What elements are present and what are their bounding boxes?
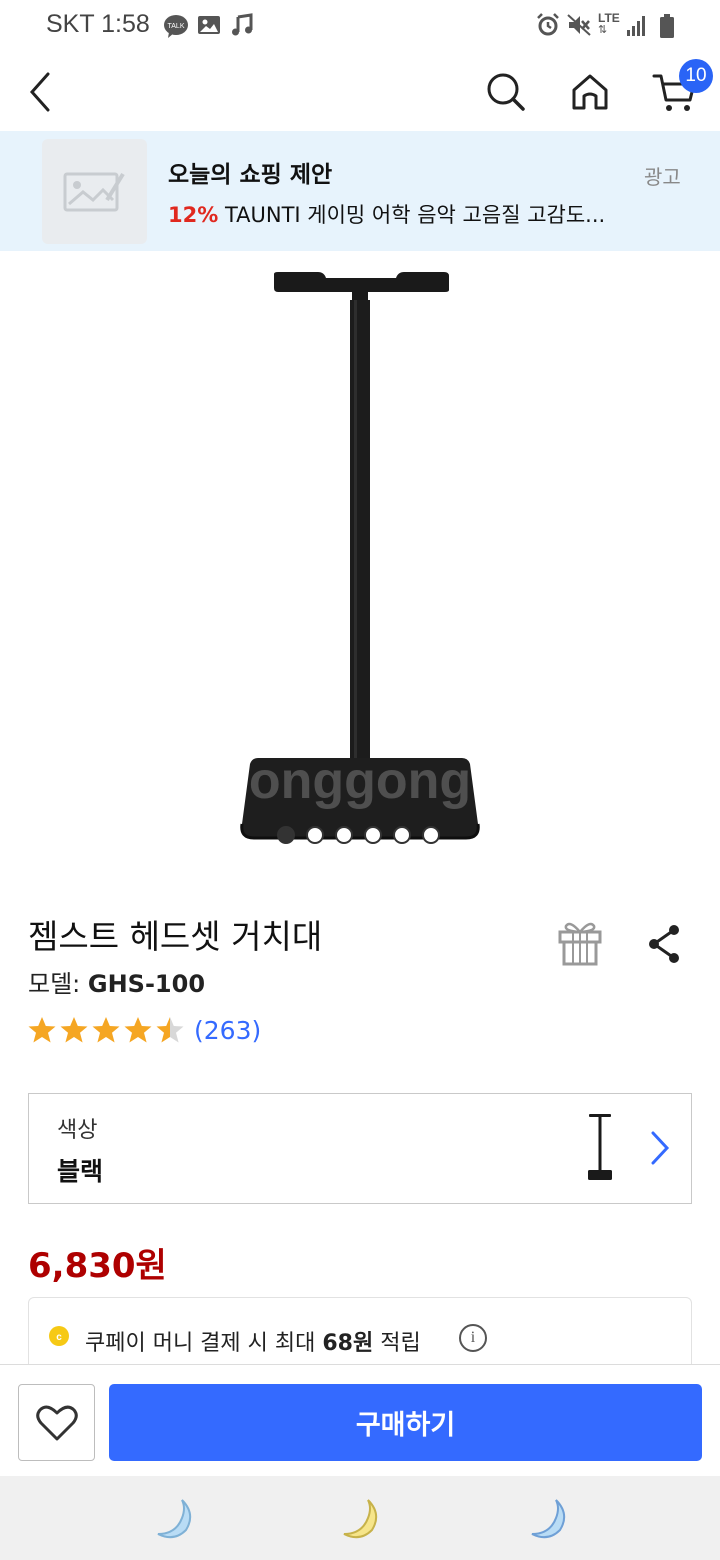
option-value: 블랙 — [57, 1157, 104, 1186]
search-icon — [487, 73, 525, 111]
moon-nav-home-icon[interactable] — [338, 1496, 384, 1542]
ad-title: 오늘의 쇼핑 제안 — [168, 162, 333, 188]
coupay-prefix: 쿠페이 머니 결제 시 최대 — [85, 1331, 323, 1356]
headset-stand-image: onggong — [240, 272, 480, 840]
star-icon — [60, 1017, 88, 1043]
ad-label: 광고 — [644, 165, 681, 189]
back-icon — [29, 72, 50, 112]
ad-discount: 12% — [168, 203, 219, 227]
gallery-icon — [197, 13, 223, 39]
home-button[interactable] — [560, 62, 620, 122]
chevron-right-icon — [651, 1131, 670, 1165]
moon-nav-recent-icon[interactable] — [152, 1496, 198, 1542]
wishlist-button[interactable] — [18, 1384, 95, 1461]
model-value: GHS-100 — [87, 970, 206, 998]
mute-icon — [567, 13, 593, 39]
product-model: 모델: GHS-100 — [28, 964, 205, 999]
ad-banner[interactable]: 오늘의 쇼핑 제안 12% TAUNTI 게이밍 어학 음악 고음질 고감도..… — [0, 131, 720, 251]
carousel-dot-6[interactable] — [422, 826, 440, 844]
buy-button[interactable]: 구매하기 — [109, 1384, 702, 1461]
product-rating[interactable]: (263) — [28, 1012, 261, 1048]
coupay-reward-text: 쿠페이 머니 결제 시 최대 68원 적립 — [85, 1325, 421, 1357]
bottom-action-bar: 구매하기 — [0, 1364, 720, 1476]
ad-text: TAUNTI 게이밍 어학 음악 고음질 고감도... — [224, 203, 606, 227]
rating-stars — [28, 1017, 184, 1043]
carousel-dot-2[interactable] — [306, 826, 324, 844]
carousel-dot-5[interactable] — [393, 826, 411, 844]
option-thumbnail — [588, 1114, 612, 1180]
ad-description: 12% TAUNTI 게이밍 어학 음악 고음질 고감도... — [168, 199, 605, 229]
lte-icon: LTE ⇅ — [598, 11, 620, 36]
battery-icon — [659, 13, 685, 39]
heart-icon — [35, 1405, 78, 1440]
product-title: 젬스트 헤드셋 거치대 — [28, 917, 323, 956]
carousel-dot-4[interactable] — [364, 826, 382, 844]
cart-count-badge: 10 — [679, 59, 713, 93]
product-price: 6,830원 — [28, 1246, 167, 1286]
share-icon — [649, 925, 679, 963]
info-icon[interactable]: i — [459, 1324, 487, 1352]
star-icon — [28, 1017, 56, 1043]
option-label: 색상 — [57, 1118, 98, 1143]
carousel-dot-1[interactable] — [277, 826, 295, 844]
gift-button[interactable] — [556, 918, 604, 968]
image-placeholder-icon — [63, 172, 125, 211]
home-icon — [572, 74, 608, 110]
share-button[interactable] — [644, 922, 684, 966]
model-label: 모델: — [28, 970, 81, 998]
review-count[interactable]: (263) — [194, 1016, 261, 1045]
status-bar: SKT 1:58 TALK LTE ⇅ — [0, 0, 720, 52]
coin-icon: c — [49, 1326, 69, 1346]
star-icon — [124, 1017, 152, 1043]
carrier-time: SKT 1:58 — [46, 10, 150, 38]
signal-icon — [626, 13, 652, 39]
talk-icon: TALK — [163, 13, 189, 39]
svg-text:c: c — [56, 1332, 62, 1343]
coupay-amount: 68원 — [322, 1331, 374, 1356]
back-button[interactable] — [10, 62, 70, 122]
gift-icon — [558, 922, 602, 966]
carousel-dot-3[interactable] — [335, 826, 353, 844]
coupay-suffix: 적립 — [373, 1331, 421, 1356]
image-watermark: onggong — [249, 752, 471, 810]
music-icon — [230, 13, 256, 39]
alarm-icon — [536, 13, 562, 39]
star-icon — [92, 1017, 120, 1043]
search-button[interactable] — [476, 62, 536, 122]
ad-thumbnail — [42, 139, 147, 244]
moon-nav-back-icon[interactable] — [526, 1496, 572, 1542]
half-star-icon — [156, 1017, 184, 1043]
color-option-selector[interactable]: 색상 블랙 — [28, 1093, 692, 1204]
product-image[interactable]: onggong — [0, 252, 720, 862]
system-navigation-bar — [0, 1476, 720, 1560]
svg-text:TALK: TALK — [168, 23, 185, 30]
